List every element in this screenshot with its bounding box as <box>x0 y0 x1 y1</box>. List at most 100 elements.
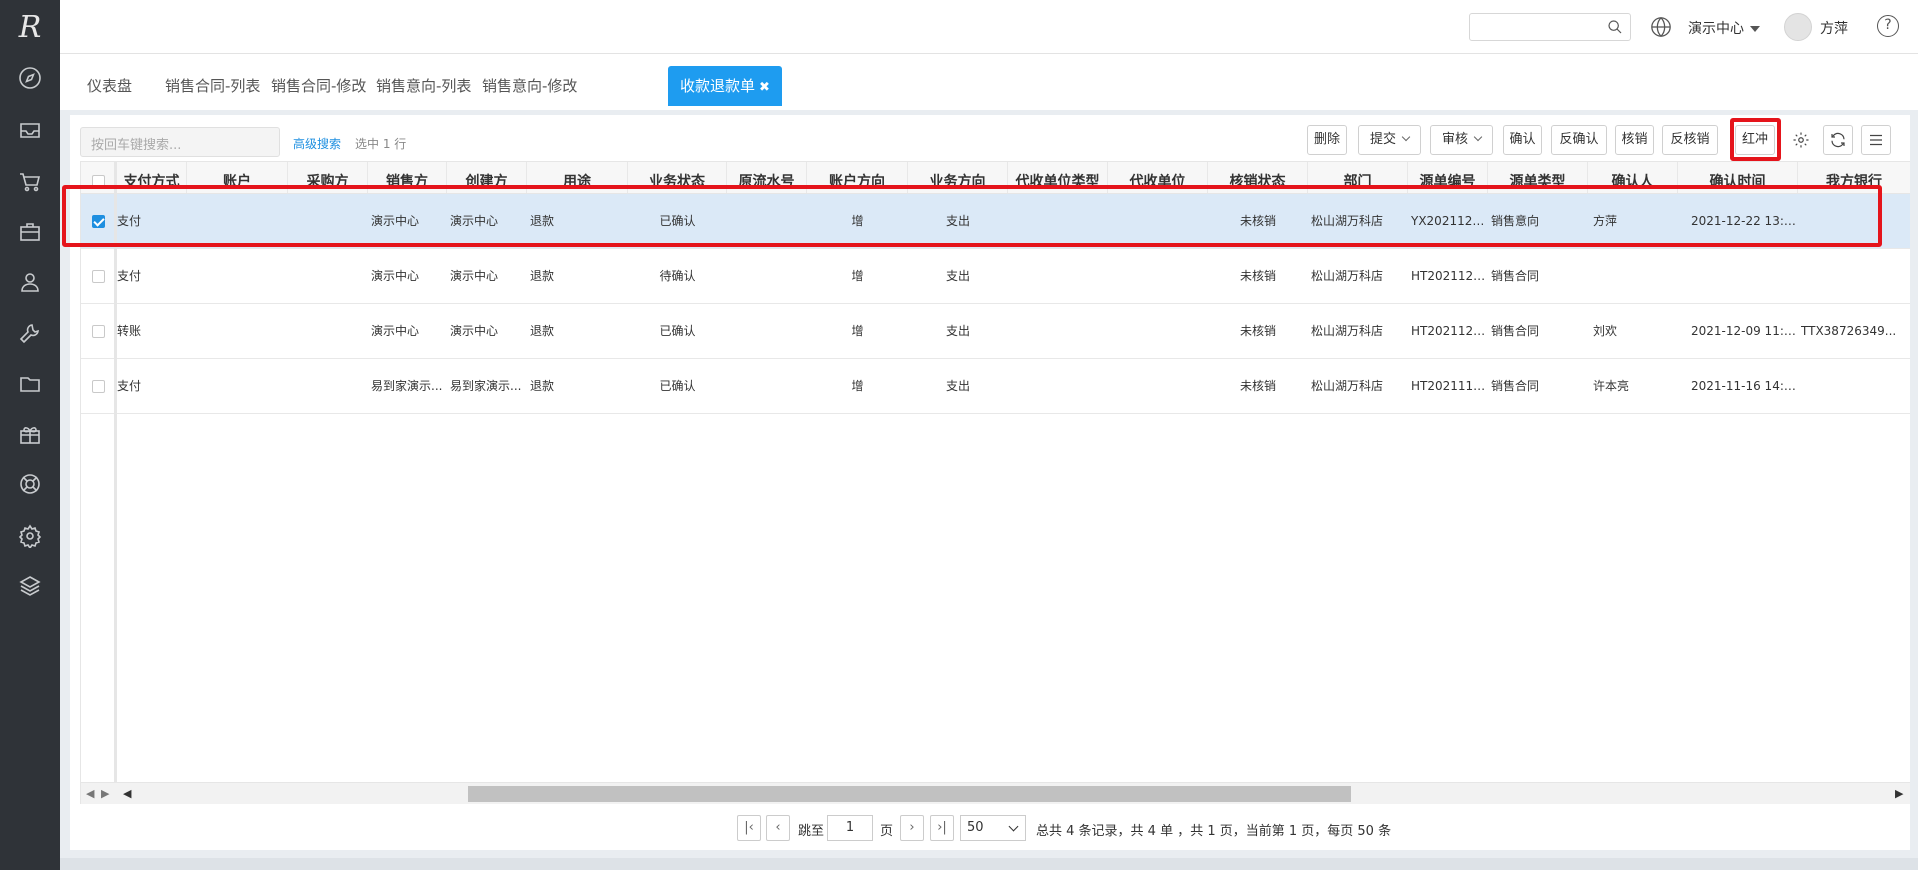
wrench-icon[interactable] <box>14 318 46 350</box>
table-cell: 退款 <box>530 214 555 228</box>
delete-button[interactable]: 删除 <box>1307 125 1347 155</box>
cart-icon[interactable] <box>14 166 46 198</box>
column-header[interactable]: 业务状态 <box>628 162 727 193</box>
username[interactable]: 方萍 <box>1820 18 1848 38</box>
lifebuoy-icon[interactable] <box>14 468 46 500</box>
scroll-left-icon[interactable]: ◀ <box>86 787 94 800</box>
column-header[interactable]: 源单编号 <box>1408 162 1488 193</box>
row-checkbox[interactable] <box>92 325 105 338</box>
table-cell <box>1801 194 1909 249</box>
tab-bar: 仪表盘 销售合同-列表 销售合同-修改 销售意向-列表 销售意向-修改 收款退款… <box>60 54 1918 110</box>
scroll-right-icon[interactable]: ▶ <box>101 787 109 800</box>
table-cell: 增 <box>851 269 864 283</box>
global-search-input[interactable] <box>1469 13 1631 41</box>
table-cell: 刘欢 <box>1593 324 1618 338</box>
gift-icon[interactable] <box>14 418 46 450</box>
row-checkbox[interactable] <box>92 270 105 283</box>
prev-page-icon[interactable]: ‹ <box>766 815 790 841</box>
scrollbar-thumb[interactable] <box>468 786 1351 802</box>
submit-label: 提交 <box>1369 132 1396 147</box>
scroll-right-arrow-icon[interactable]: ▶ <box>1895 787 1903 800</box>
column-header[interactable]: 源单类型 <box>1488 162 1588 193</box>
red-flush-button[interactable]: 红冲 <box>1735 125 1775 155</box>
scroll-left-arrow-icon[interactable]: ◀ <box>123 787 131 800</box>
column-header[interactable]: 部门 <box>1308 162 1408 193</box>
table-cell: 增 <box>851 324 864 338</box>
row-checkbox[interactable] <box>92 380 105 393</box>
gear-icon[interactable] <box>14 520 46 552</box>
table-cell: 演示中心 <box>371 214 420 228</box>
last-page-icon[interactable]: ›| <box>930 815 954 841</box>
column-header[interactable]: 我方银行 <box>1798 162 1910 193</box>
column-header[interactable]: 代收单位 <box>1108 162 1208 193</box>
briefcase-icon[interactable] <box>14 216 46 248</box>
tab-sales-intent-edit[interactable]: 销售意向-修改 <box>466 66 593 106</box>
table-cell: 易到家演示... <box>450 379 522 393</box>
avatar[interactable] <box>1784 13 1812 41</box>
select-all-checkbox[interactable] <box>92 175 105 188</box>
column-header[interactable]: 原流水号 <box>727 162 807 193</box>
search-icon[interactable] <box>1607 19 1623 35</box>
org-switcher[interactable]: 演示中心 <box>1688 18 1760 38</box>
refresh-icon[interactable] <box>1823 125 1853 155</box>
tab-receipt-refund[interactable]: 收款退款单 ✖ <box>668 66 782 106</box>
app-logo[interactable]: R <box>0 0 60 54</box>
table-row[interactable]: 支付 易到家演示... 易到家演示... 退款 已确认 增 支出 未核销 松山湖… <box>81 359 1910 414</box>
table-cell: 演示中心 <box>450 269 499 283</box>
horizontal-scrollbar[interactable]: ◀ ▶ ◀ ▶ <box>81 782 1910 804</box>
column-header[interactable]: 核销状态 <box>1208 162 1308 193</box>
help-icon[interactable]: ? <box>1877 15 1899 37</box>
language-globe-icon[interactable] <box>1650 16 1672 38</box>
advanced-search-link[interactable]: 高级搜索 <box>293 135 341 152</box>
table-cell: 支付 <box>117 214 142 228</box>
column-header[interactable]: 账户 <box>187 162 288 193</box>
row-checkbox[interactable] <box>92 215 105 228</box>
chevron-down-icon <box>1008 821 1019 832</box>
table-row[interactable]: 支付 演示中心 演示中心 退款 已确认 增 支出 未核销 松山湖万科店 YX20… <box>81 194 1910 249</box>
page-size-select[interactable]: 50 <box>960 815 1026 841</box>
tab-dashboard[interactable]: 仪表盘 <box>71 66 148 106</box>
close-tab-icon[interactable]: ✖ <box>759 80 770 95</box>
table-cell: 已确认 <box>659 324 696 338</box>
menu-icon[interactable] <box>1861 125 1891 155</box>
submit-dropdown[interactable]: 提交 <box>1358 125 1421 155</box>
table-cell: 方萍 <box>1593 214 1618 228</box>
unwriteoff-button[interactable]: 反核销 <box>1662 125 1718 155</box>
first-page-icon[interactable]: |‹ <box>737 815 761 841</box>
next-page-icon[interactable]: › <box>900 815 924 841</box>
column-header[interactable]: 用途 <box>527 162 628 193</box>
user-icon[interactable] <box>14 266 46 298</box>
compass-icon[interactable] <box>14 62 46 94</box>
column-header[interactable]: 采购方 <box>288 162 368 193</box>
table-row[interactable]: 转账 演示中心 演示中心 退款 已确认 增 支出 未核销 松山湖万科店 HT20… <box>81 304 1910 359</box>
table-cell: 退款 <box>530 269 555 283</box>
inbox-icon[interactable] <box>14 114 46 146</box>
column-header[interactable]: 确认人 <box>1588 162 1678 193</box>
table-cell: 松山湖万科店 <box>1311 379 1384 393</box>
table-cell: 增 <box>851 379 864 393</box>
settings-icon[interactable] <box>1786 125 1816 155</box>
column-header[interactable]: 创建方 <box>447 162 527 193</box>
column-header[interactable]: 账户方向 <box>807 162 908 193</box>
layers-icon[interactable] <box>14 570 46 602</box>
column-header[interactable]: 确认时间 <box>1678 162 1798 193</box>
table-cell: TTX38726349... <box>1801 324 1897 338</box>
column-header[interactable]: 业务方向 <box>908 162 1008 193</box>
keyword-search-input[interactable]: 按回车键搜索... <box>80 127 280 157</box>
writeoff-button[interactable]: 核销 <box>1615 125 1654 155</box>
table-cell: 许本亮 <box>1593 379 1630 393</box>
folder-icon[interactable] <box>14 368 46 400</box>
page-input[interactable]: 1 <box>827 815 873 841</box>
column-header[interactable]: 销售方 <box>368 162 447 193</box>
table-cell: 未核销 <box>1239 324 1276 338</box>
table-cell: 2021-11-16 14:30 <box>1691 379 1798 393</box>
table-row[interactable]: 支付 演示中心 演示中心 退款 待确认 增 支出 未核销 松山湖万科店 HT20… <box>81 249 1910 304</box>
table-cell: 演示中心 <box>450 214 499 228</box>
audit-dropdown[interactable]: 审核 <box>1430 125 1493 155</box>
column-header[interactable]: 代收单位类型 <box>1008 162 1108 193</box>
column-header[interactable]: 支付方式 <box>117 162 187 193</box>
confirm-button[interactable]: 确认 <box>1503 125 1542 155</box>
chevron-down-icon <box>1473 132 1483 142</box>
unconfirm-button[interactable]: 反确认 <box>1551 125 1607 155</box>
table-cell: 易到家演示... <box>371 379 443 393</box>
